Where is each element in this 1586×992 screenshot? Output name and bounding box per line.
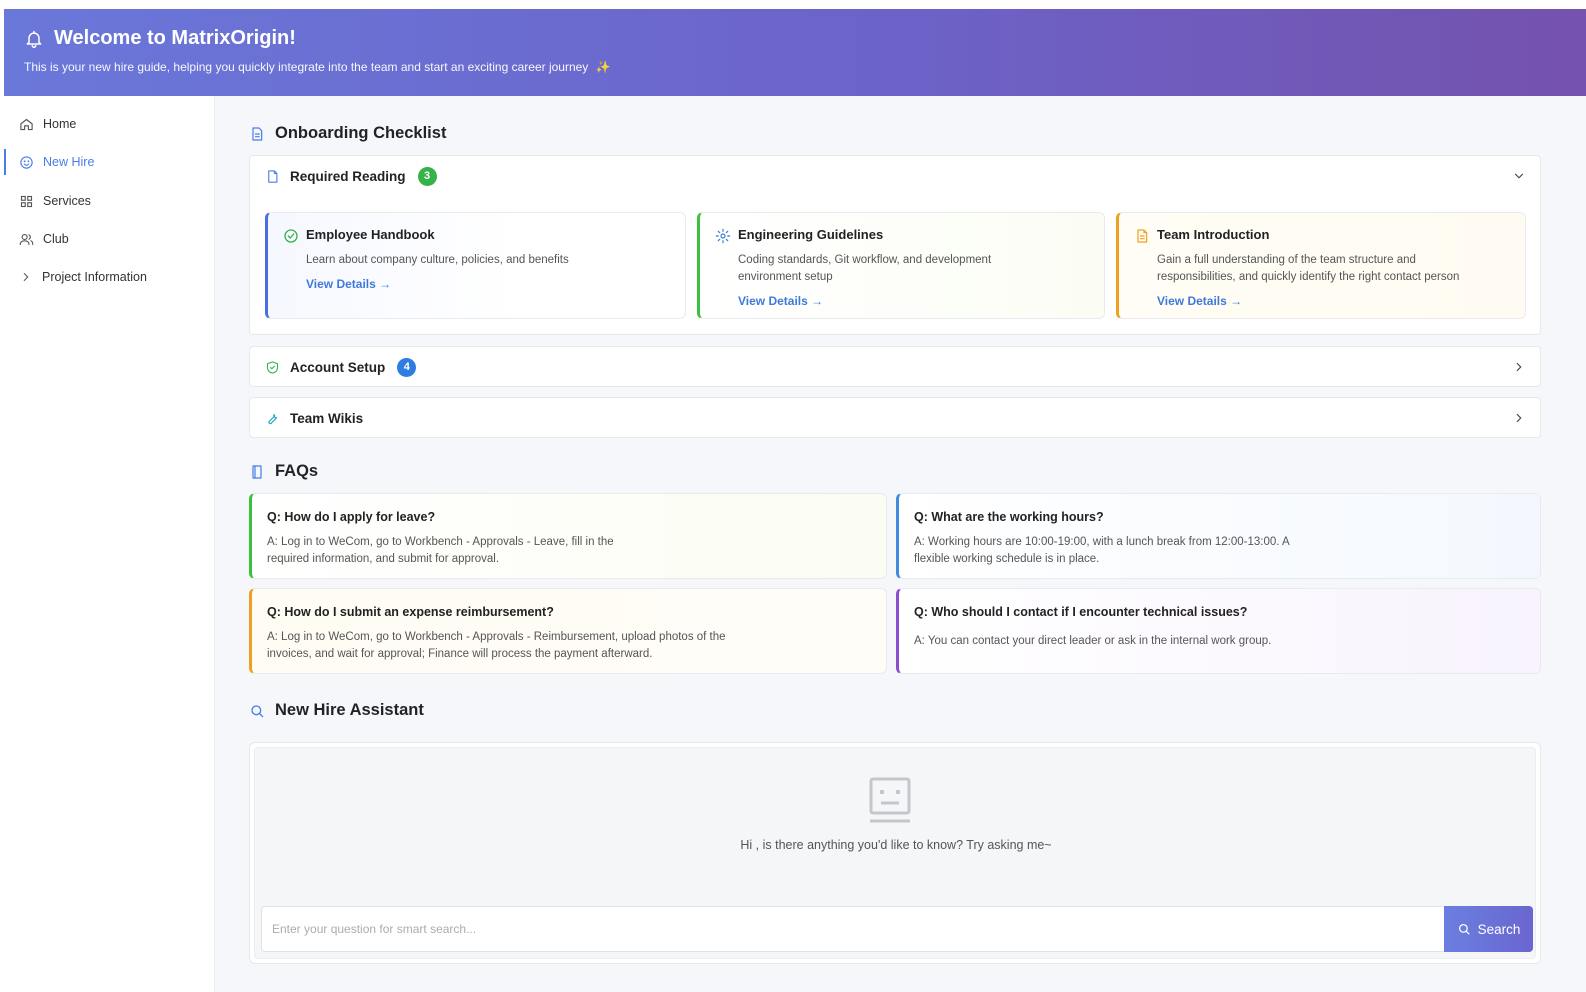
- card-description: Coding standards, Git workflow, and deve…: [738, 254, 992, 283]
- chevron-right-icon[interactable]: [1512, 411, 1526, 425]
- search-button[interactable]: Search: [1444, 906, 1533, 952]
- banner-title: Welcome to MatrixOrigin!: [54, 27, 296, 49]
- card-team-introduction[interactable]: Team Introduction Gain a full understand…: [1116, 212, 1526, 319]
- faq-card[interactable]: Q: How do I submit an expense reimbursem…: [249, 588, 887, 674]
- faq-card[interactable]: Q: How do I apply for leave? A: Log in t…: [249, 493, 887, 579]
- faq-answer: A: Log in to WeCom, go to Workbench - Ap…: [267, 536, 614, 565]
- check-circle-icon: [284, 229, 298, 243]
- grid-icon: [20, 195, 33, 207]
- banner-subtitle: This is your new hire guide, helping you…: [24, 60, 589, 74]
- assistant-chat-area: Hi , is there anything you'd like to kno…: [254, 747, 1536, 959]
- question-search-input[interactable]: [261, 906, 1445, 952]
- sidebar-item-home[interactable]: Home: [4, 107, 215, 141]
- file-icon: [268, 169, 278, 183]
- app-frame: Welcome to MatrixOrigin! This is your ne…: [4, 9, 1586, 992]
- sidebar-item-label: Project Information: [42, 270, 147, 284]
- panel-label: Required Reading: [290, 168, 406, 184]
- sidebar-item-club[interactable]: Club: [4, 222, 215, 256]
- faqs-section-title: FAQs: [249, 462, 318, 481]
- gear-icon: [715, 228, 731, 244]
- team-wikis-panel[interactable]: Team Wikis: [249, 397, 1541, 438]
- document-icon: [252, 126, 263, 141]
- account-setup-header[interactable]: Account Setup 4: [250, 347, 1540, 387]
- shield-check-icon: [266, 360, 279, 374]
- search-button-label: Search: [1477, 921, 1521, 937]
- card-description: Learn about company culture, policies, a…: [306, 254, 569, 266]
- main-content: Onboarding Checklist Required Reading 3 …: [215, 96, 1586, 992]
- bell-icon: [26, 30, 42, 48]
- robot-icon: [869, 777, 911, 823]
- required-reading-panel: Required Reading 3 Employee Handbook Lea…: [249, 155, 1541, 335]
- assistant-section-title: New Hire Assistant: [249, 701, 424, 720]
- sidebar-item-label: Club: [43, 232, 69, 246]
- welcome-banner: Welcome to MatrixOrigin! This is your ne…: [4, 9, 1586, 96]
- assistant-panel: Hi , is there anything you'd like to kno…: [249, 742, 1541, 964]
- sidebar-item-project-information[interactable]: Project Information: [4, 260, 215, 294]
- chevron-down-icon[interactable]: [1512, 169, 1526, 183]
- sidebar-item-label: New Hire: [43, 155, 95, 169]
- banner-title-row: Welcome to MatrixOrigin!: [24, 27, 1586, 50]
- search-icon: [251, 704, 264, 717]
- faq-card[interactable]: Q: Who should I contact if I encounter t…: [896, 588, 1541, 674]
- faq-answer: A: Log in to WeCom, go to Workbench - Ap…: [267, 631, 726, 660]
- account-setup-panel[interactable]: Account Setup 4: [249, 346, 1541, 387]
- section-title-text: FAQs: [275, 462, 319, 480]
- card-engineering-guidelines[interactable]: Engineering Guidelines Coding standards,…: [697, 212, 1105, 319]
- faq-question: Q: What are the working hours?: [914, 510, 1104, 524]
- card-employee-handbook[interactable]: Employee Handbook Learn about company cu…: [265, 212, 686, 319]
- faq-answer: A: You can contact your direct leader or…: [914, 635, 1272, 647]
- team-wikis-header[interactable]: Team Wikis: [250, 398, 1540, 438]
- assistant-greeting: Hi , is there anything you'd like to kno…: [740, 838, 1052, 852]
- sparkle-icon: ✨: [595, 60, 611, 74]
- book-icon: [252, 464, 262, 479]
- view-details-link[interactable]: View Details →: [738, 294, 1104, 308]
- home-icon: [20, 118, 33, 130]
- card-description: Gain a full understanding of the team st…: [1157, 254, 1460, 283]
- view-details-link[interactable]: View Details →: [1157, 294, 1525, 308]
- sidebar-item-new-hire[interactable]: New Hire: [4, 145, 215, 179]
- sidebar-item-label: Services: [43, 194, 91, 208]
- card-title: Team Introduction: [1157, 227, 1270, 242]
- chevron-right-icon[interactable]: [1512, 360, 1526, 374]
- faq-card[interactable]: Q: What are the working hours? A: Workin…: [896, 493, 1541, 579]
- count-badge: 3: [417, 166, 437, 186]
- section-title-text: New Hire Assistant: [275, 701, 424, 719]
- view-details-link[interactable]: View Details →: [306, 277, 685, 291]
- smile-icon: [20, 155, 33, 169]
- users-icon: [19, 233, 34, 245]
- chevron-right-icon: [23, 272, 29, 282]
- banner-subtitle-row: This is your new hire guide, helping you…: [24, 60, 1586, 74]
- faq-question: Q: How do I apply for leave?: [267, 510, 436, 524]
- checklist-section-title: Onboarding Checklist: [249, 124, 446, 143]
- search-icon: [1458, 923, 1470, 935]
- sidebar-item-services[interactable]: Services: [4, 184, 215, 218]
- required-reading-header[interactable]: Required Reading 3: [250, 156, 1540, 196]
- count-badge: 4: [397, 357, 417, 377]
- tool-icon: [268, 413, 278, 424]
- faq-question: Q: How do I submit an expense reimbursem…: [267, 605, 554, 619]
- sidebar-item-label: Home: [43, 117, 77, 131]
- card-title: Employee Handbook: [306, 227, 435, 242]
- faq-question: Q: Who should I contact if I encounter t…: [914, 605, 1248, 619]
- card-title: Engineering Guidelines: [738, 227, 884, 242]
- section-title-text: Onboarding Checklist: [275, 124, 447, 142]
- sidebar: Home New Hire Services Club Project Info…: [4, 96, 215, 992]
- faq-answer: A: Working hours are 10:00-19:00, with a…: [914, 536, 1290, 565]
- file-text-icon: [1137, 229, 1148, 243]
- panel-label: Team Wikis: [290, 410, 364, 426]
- panel-label: Account Setup: [290, 359, 386, 375]
